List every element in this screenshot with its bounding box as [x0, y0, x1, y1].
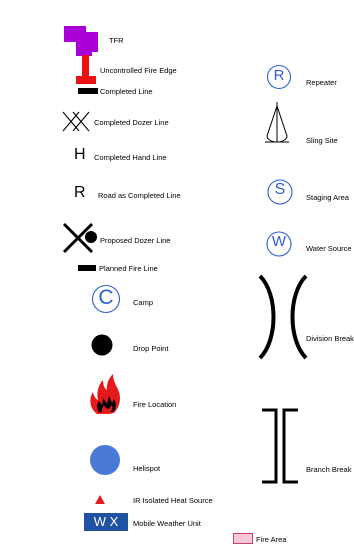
uncontrolled-fire-edge-label: Uncontrolled Fire Edge	[100, 66, 177, 75]
drop-point-symbol	[91, 334, 113, 356]
camp-label: Camp	[133, 298, 154, 307]
fire-location-label: Fire Location	[133, 400, 177, 409]
division-break-symbol	[258, 274, 308, 360]
division-break-label: Division Break	[306, 334, 354, 343]
staging-area-label: Staging Area	[306, 193, 349, 202]
road-as-completed-line-label: Road as Completed Line	[98, 191, 181, 200]
helispot-label: Helispot	[133, 464, 161, 473]
mobile-weather-unit-label: Mobile Weather Unit	[133, 519, 201, 528]
planned-fire-line-symbol	[78, 265, 96, 271]
repeater-letter: R	[273, 67, 285, 84]
helispot-symbol	[90, 445, 120, 475]
repeater-label: Repeater	[306, 78, 337, 87]
proposed-dozer-line-label: Proposed Dozer Line	[100, 236, 171, 245]
completed-hand-line-symbol: H	[74, 146, 86, 163]
completed-line-label: Completed Line	[100, 87, 153, 96]
sling-site-symbol	[265, 102, 289, 143]
sling-site-label: Sling Site	[306, 136, 338, 145]
water-source-label: Water Source	[306, 244, 352, 253]
camp-letter: C	[98, 286, 114, 309]
completed-line-symbol	[78, 88, 98, 94]
branch-break-symbol	[262, 408, 298, 484]
completed-dozer-line-symbol	[62, 111, 90, 132]
fire-area-symbol	[233, 533, 253, 544]
tfr-symbol	[64, 26, 98, 56]
mobile-weather-unit-letters: W X	[93, 514, 119, 529]
road-as-completed-line-symbol: R	[74, 184, 86, 201]
fire-area-label: Fire Area	[256, 535, 287, 544]
tfr-label: TFR	[109, 36, 124, 45]
completed-dozer-line-label: Completed Dozer Line	[94, 118, 169, 127]
proposed-dozer-line-symbol	[62, 222, 97, 254]
fire-location-icon	[90, 374, 120, 414]
drop-point-label: Drop Point	[133, 344, 169, 353]
ir-isolated-heat-source-label: IR Isolated Heat Source	[133, 496, 213, 505]
planned-fire-line-label: Planned Fire Line	[99, 264, 158, 273]
ir-isolated-heat-source-symbol	[95, 495, 105, 504]
branch-break-label: Branch Break	[306, 465, 352, 474]
staging-area-letter: S	[274, 181, 286, 198]
completed-hand-line-label: Completed Hand Line	[94, 153, 167, 162]
water-source-letter: W	[271, 233, 287, 250]
uncontrolled-fire-edge-symbol	[76, 55, 96, 84]
